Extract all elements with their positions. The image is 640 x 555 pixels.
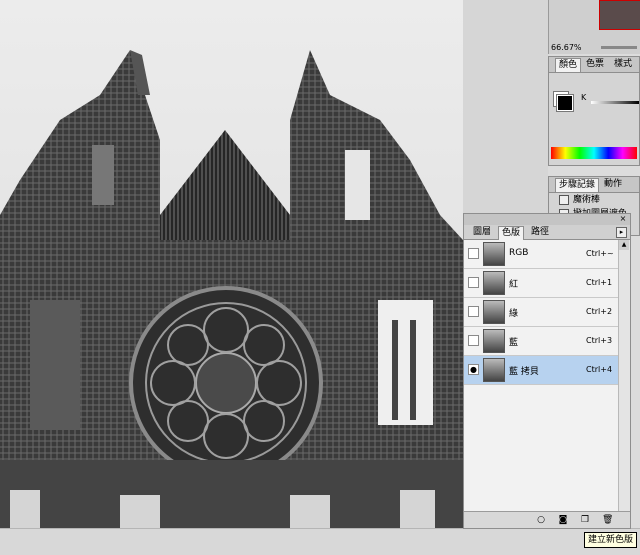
channel-row-blue[interactable]: 藍 Ctrl+3 — [464, 327, 618, 356]
channel-row-blue-copy[interactable]: ● 藍 拷貝 Ctrl+4 — [464, 356, 618, 385]
history-item[interactable]: 魔術棒 — [549, 193, 639, 207]
panel-menu-arrow-icon[interactable]: ▸ — [616, 227, 627, 238]
channel-thumbnail — [483, 329, 505, 353]
history-step-icon — [559, 195, 569, 205]
delete-channel-icon[interactable]: 🗑 — [602, 515, 613, 525]
tab-history[interactable]: 步驟記錄 — [555, 178, 600, 192]
tab-color[interactable]: 顏色 — [555, 58, 582, 72]
tab-channels[interactable]: 色版 — [498, 226, 525, 240]
channels-panel: × 圖層 色版 路徑 ▸ RGB Ctrl+~ 紅 Ctrl+1 綠 Ctrl+… — [463, 213, 631, 529]
channels-footer: ○ ◙ ❐ 🗑 — [464, 511, 630, 528]
visibility-toggle[interactable] — [468, 248, 479, 259]
channel-shortcut: Ctrl+4 — [586, 365, 613, 374]
channel-name: 藍 — [509, 338, 519, 348]
channel-thumbnail — [483, 358, 505, 382]
k-slider[interactable] — [591, 101, 639, 104]
eye-icon[interactable]: ● — [468, 364, 479, 375]
channels-panel-tabs: 圖層 色版 路徑 — [464, 225, 630, 240]
history-panel-tabs: 步驟記錄 動作 — [549, 177, 639, 193]
navigator-zoom-value[interactable]: 66.67% — [551, 43, 595, 53]
channel-thumbnail — [483, 300, 505, 324]
channel-shortcut: Ctrl+3 — [586, 336, 613, 345]
channels-titlebar[interactable]: × — [464, 214, 630, 225]
scroll-up-icon[interactable]: ▲ — [619, 240, 629, 250]
new-channel-icon[interactable]: ❐ — [580, 515, 590, 525]
visibility-toggle[interactable] — [468, 335, 479, 346]
document-canvas[interactable] — [0, 0, 463, 528]
channel-row-rgb[interactable]: RGB Ctrl+~ — [464, 240, 618, 269]
close-icon[interactable]: × — [619, 215, 627, 223]
visibility-toggle[interactable] — [468, 306, 479, 317]
channel-name: 綠 — [509, 309, 519, 319]
color-spectrum[interactable] — [551, 147, 637, 159]
channel-row-red[interactable]: 紅 Ctrl+1 — [464, 269, 618, 298]
channel-row-green[interactable]: 綠 Ctrl+2 — [464, 298, 618, 327]
channel-shortcut: Ctrl+1 — [586, 278, 613, 287]
status-bar — [0, 528, 640, 555]
cathedral-photo — [0, 0, 463, 528]
visibility-toggle[interactable] — [468, 277, 479, 288]
tab-actions[interactable]: 動作 — [601, 178, 625, 191]
channel-shortcut: Ctrl+~ — [586, 249, 614, 258]
tab-styles[interactable]: 樣式 — [611, 58, 635, 71]
tab-swatches[interactable]: 色票 — [583, 58, 607, 71]
foreground-color-swatch[interactable] — [557, 95, 573, 111]
channel-shortcut: Ctrl+2 — [586, 307, 613, 316]
navigator-panel: 66.67% — [548, 0, 640, 54]
tab-paths[interactable]: 路徑 — [528, 226, 552, 239]
channel-name: 紅 — [509, 280, 519, 290]
channel-name: 藍 拷貝 — [509, 367, 539, 377]
channel-thumbnail — [483, 242, 505, 266]
channel-thumbnail — [483, 271, 505, 295]
navigator-zoom-slider[interactable] — [601, 46, 637, 49]
tooltip: 建立新色版 — [584, 532, 638, 548]
k-channel-label: K — [581, 93, 587, 102]
color-panel-tabs: 顏色 色票 樣式 — [549, 57, 639, 73]
channels-scrollbar[interactable]: ▲ — [618, 240, 630, 512]
tab-layers[interactable]: 圖層 — [470, 226, 494, 239]
navigator-thumbnail[interactable] — [599, 0, 640, 30]
load-channel-as-selection-icon[interactable]: ○ — [536, 515, 546, 525]
color-panel: 顏色 色票 樣式 K — [548, 56, 640, 166]
channel-name: RGB — [509, 248, 529, 258]
history-item-label: 魔術棒 — [573, 195, 601, 205]
save-selection-as-channel-icon[interactable]: ◙ — [558, 515, 568, 525]
